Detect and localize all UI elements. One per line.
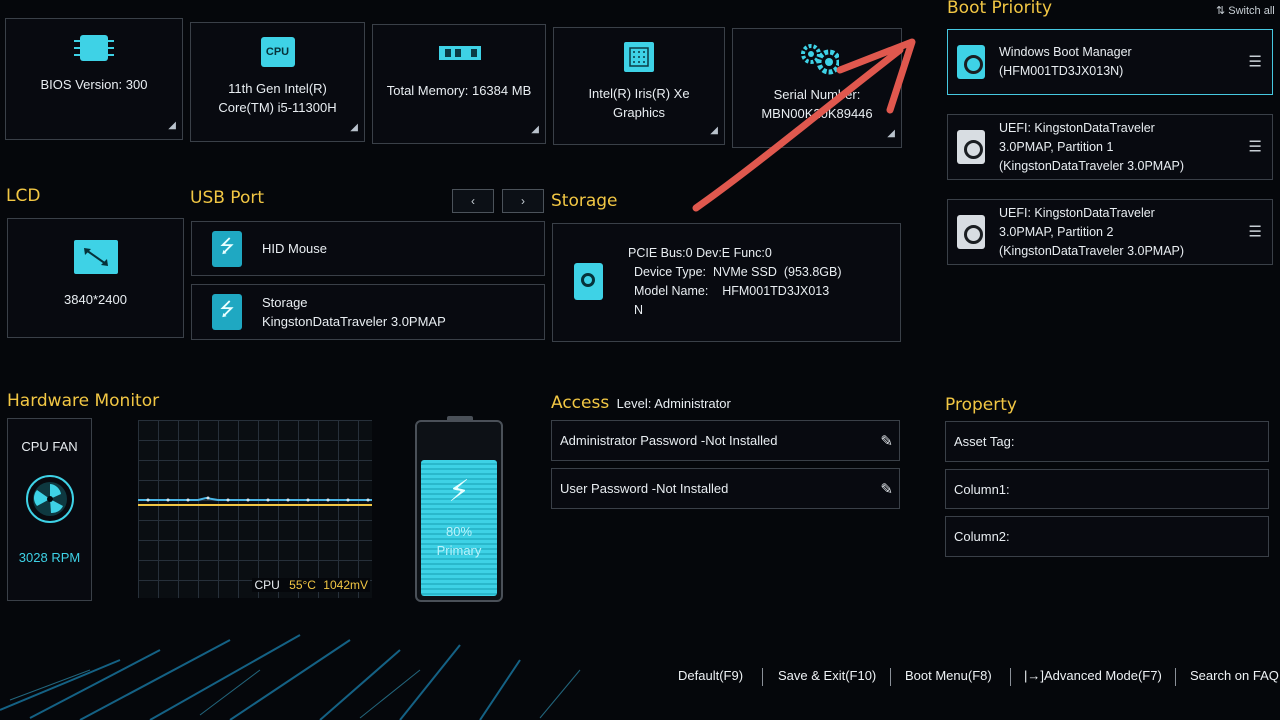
boot-item-uefi-2[interactable]: UEFI: KingstonDataTraveler 3.0PMAP, Part… [947, 199, 1273, 265]
storage-panel: PCIE Bus:0 Dev:E Func:0 Device Type: NVM… [552, 223, 901, 342]
asset-tag-label: Asset Tag: [954, 434, 1015, 449]
battery-mode: Primary [436, 543, 482, 558]
gpu-icon [617, 40, 661, 74]
battery-panel: ⚡ 80% Primary [415, 416, 503, 602]
circuit-background [0, 634, 581, 720]
cpu-temp: 55°C [289, 578, 316, 592]
memory-label: Total Memory: 16384 MB [386, 83, 532, 98]
usb-item-label: Storage [262, 295, 308, 310]
user-password-field[interactable]: User Password -Not Installed ✎ [551, 468, 900, 509]
storage-bus-line: PCIE Bus:0 Dev:E Func:0 [628, 246, 772, 260]
access-title: Access [551, 393, 610, 413]
drag-handle-icon[interactable]: ☰ [1249, 223, 1262, 242]
boot-item-detail: 3.0PMAP, Partition 2 [999, 224, 1114, 239]
bios-version-label: BIOS Version: 300 [40, 77, 148, 92]
boot-item-name: Windows Boot Manager [999, 45, 1132, 59]
cpu-label: 11th Gen Intel(R) Core(TM) i5-11300H [218, 81, 337, 115]
access-level: Level: Administrator [616, 396, 731, 411]
cpu-fan-label: CPU FAN [21, 439, 78, 454]
drag-handle-icon[interactable]: ☰ [1249, 138, 1262, 157]
asset-tag-field[interactable]: Asset Tag: [945, 421, 1269, 462]
boot-item-detail: 3.0PMAP, Partition 1 [999, 139, 1114, 154]
cpu-fan-panel: CPU FAN 3028 RPM [7, 418, 92, 601]
usb-icon: ⭍ [212, 230, 242, 267]
storage-title: Storage [551, 191, 618, 211]
boot-item-name: UEFI: KingstonDataTraveler [999, 205, 1155, 220]
expand-corner-icon[interactable]: ◢ [531, 120, 539, 139]
boot-item-name: UEFI: KingstonDataTraveler [999, 120, 1155, 135]
admin-password-label: Administrator Password -Not Installed [560, 433, 778, 448]
cpu-graph: CPU 55°C 1042mV [138, 420, 372, 598]
user-password-label: User Password -Not Installed [560, 481, 729, 496]
info-tile-cpu: CPU 11th Gen Intel(R) Core(TM) i5-11300H… [190, 22, 365, 142]
lightning-icon: ⚡ [448, 475, 470, 508]
info-tile-memory: Total Memory: 16384 MB ◢ [372, 24, 546, 144]
usb-item-label: HID Mouse [262, 241, 328, 256]
fan-rpm: 3028 RPM [18, 550, 81, 565]
resize-arrows-icon [73, 240, 118, 274]
disk-icon [957, 130, 985, 164]
lcd-resolution: 3840*2400 [64, 292, 127, 307]
usb-icon: ⭍ [212, 294, 242, 330]
boot-menu-button[interactable]: Boot Menu(F8) [905, 668, 992, 683]
default-button[interactable]: Default(F9) [678, 668, 743, 683]
lcd-panel: 3840*2400 [7, 218, 184, 338]
column1-field[interactable]: Column1: [945, 469, 1269, 509]
annotation-arrow [692, 38, 916, 212]
usb-next-button[interactable]: › [502, 189, 544, 213]
fan-icon [25, 474, 75, 529]
cpu-readout-label: CPU [254, 578, 280, 592]
chip-icon [72, 31, 116, 65]
disk-icon [574, 263, 603, 300]
search-faq-button[interactable]: Search on FAQ [1190, 668, 1279, 683]
disk-icon [957, 45, 985, 79]
usb-prev-button[interactable]: ‹ [452, 189, 494, 213]
boot-item-detail: (KingstonDataTraveler 3.0PMAP) [999, 243, 1185, 258]
column2-field[interactable]: Column2: [945, 516, 1269, 557]
column1-label: Column1: [954, 481, 1010, 497]
advanced-mode-button[interactable]: |→]Advanced Mode(F7) [1024, 668, 1162, 683]
storage-model-suffix: N [634, 303, 644, 317]
expand-corner-icon[interactable]: ◢ [350, 118, 358, 137]
memory-icon [437, 37, 481, 71]
cpu-icon: CPU [256, 35, 300, 69]
pencil-icon[interactable]: ✎ [880, 480, 893, 498]
usb-item-mouse[interactable]: ⭍ HID Mouse [191, 221, 545, 276]
footer-separator [890, 668, 891, 686]
boot-item-detail: (KingstonDataTraveler 3.0PMAP) [999, 158, 1185, 173]
access-header: Access Level: Administrator [551, 393, 731, 413]
admin-password-field[interactable]: Administrator Password -Not Installed ✎ [551, 420, 900, 461]
footer-separator [762, 668, 763, 686]
lcd-title: LCD [6, 186, 41, 206]
boot-item-uefi-1[interactable]: UEFI: KingstonDataTraveler 3.0PMAP, Part… [947, 114, 1273, 180]
save-exit-button[interactable]: Save & Exit(F10) [778, 668, 876, 683]
usb-title: USB Port [190, 188, 265, 208]
boot-item-windows[interactable]: Windows Boot Manager (HFM001TD3JX013N) ☰ [947, 29, 1273, 95]
usb-item-storage[interactable]: ⭍ Storage KingstonDataTraveler 3.0PMAP [191, 284, 545, 340]
column2-label: Column2: [954, 529, 1010, 544]
expand-corner-icon[interactable]: ◢ [168, 116, 176, 135]
pencil-icon[interactable]: ✎ [880, 432, 893, 450]
battery-percent: 80% [445, 524, 473, 539]
cpu-voltage: 1042mV [323, 578, 368, 592]
hardware-monitor-title: Hardware Monitor [7, 391, 160, 411]
usb-item-detail: KingstonDataTraveler 3.0PMAP [262, 314, 446, 329]
cpu-icon-text: CPU [260, 37, 295, 67]
disk-icon [957, 215, 985, 249]
info-tile-bios: BIOS Version: 300 ◢ [5, 18, 183, 140]
switch-all-button[interactable]: ⇅ Switch all [1216, 4, 1275, 17]
drag-handle-icon[interactable]: ☰ [1249, 53, 1262, 72]
switch-all-label: Switch all [1228, 5, 1275, 17]
property-title: Property [945, 395, 1017, 415]
storage-type-line: Device Type: NVMe SSD (953.8GB) [634, 265, 842, 279]
footer-separator [1175, 668, 1176, 686]
storage-model-line: Model Name: HFM001TD3JX013 [634, 284, 830, 298]
footer-separator [1010, 668, 1011, 686]
boot-priority-title: Boot Priority [947, 0, 1053, 18]
boot-item-detail: (HFM001TD3JX013N) [999, 64, 1124, 78]
